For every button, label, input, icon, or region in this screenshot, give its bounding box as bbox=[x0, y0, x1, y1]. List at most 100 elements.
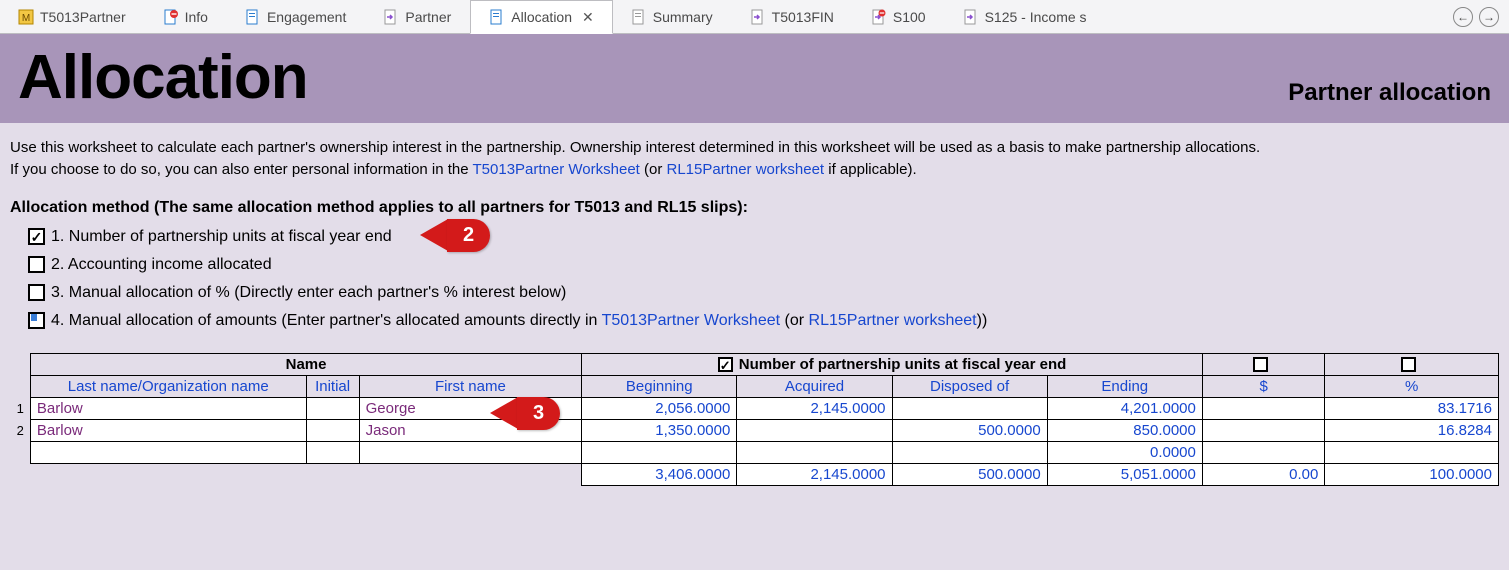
tab-engagement[interactable]: Engagement bbox=[227, 0, 365, 33]
totals-row: 3,406.0000 2,145.0000 500.0000 5,051.000… bbox=[10, 463, 1499, 485]
cell-begin[interactable]: 1,350.0000 bbox=[582, 419, 737, 441]
doc-arrow-icon bbox=[383, 9, 399, 25]
link-rl15partner[interactable]: RL15Partner worksheet bbox=[809, 312, 977, 329]
cell-end[interactable]: 850.0000 bbox=[1047, 419, 1202, 441]
tab-t5013fin[interactable]: T5013FIN bbox=[732, 0, 853, 33]
tab-s100[interactable]: S100 bbox=[853, 0, 945, 33]
cell-money[interactable] bbox=[1202, 419, 1325, 441]
page-header: Allocation Partner allocation bbox=[0, 34, 1509, 123]
total-disp: 500.0000 bbox=[892, 463, 1047, 485]
cell-acq[interactable]: 2,145.0000 bbox=[737, 397, 892, 419]
checkbox-icon[interactable] bbox=[28, 256, 45, 273]
doc-red-icon bbox=[163, 9, 179, 25]
doc-arrow-icon bbox=[750, 9, 766, 25]
cell-lastname[interactable] bbox=[30, 441, 306, 463]
m-file-icon: M bbox=[18, 9, 34, 25]
col-firstname: First name bbox=[359, 375, 582, 397]
cell-firstname[interactable] bbox=[359, 441, 582, 463]
intro-text: Use this worksheet to calculate each par… bbox=[0, 123, 1509, 187]
tab-label: S100 bbox=[893, 9, 926, 25]
col-end: Ending bbox=[1047, 375, 1202, 397]
col-group-name: Name bbox=[30, 353, 581, 375]
total-acq: 2,145.0000 bbox=[737, 463, 892, 485]
link-rl15partner[interactable]: RL15Partner worksheet bbox=[667, 161, 825, 178]
doc-blue-icon bbox=[631, 9, 647, 25]
link-t5013partner[interactable]: T5013Partner Worksheet bbox=[473, 161, 640, 178]
next-button[interactable]: → bbox=[1479, 7, 1499, 27]
cell-pct[interactable] bbox=[1325, 441, 1499, 463]
cell-acq[interactable] bbox=[737, 419, 892, 441]
allocation-method-options: 1. Number of partnership units at fiscal… bbox=[0, 223, 1509, 335]
cell-begin[interactable]: 2,056.0000 bbox=[582, 397, 737, 419]
total-begin: 3,406.0000 bbox=[582, 463, 737, 485]
option-label: 1. Number of partnership units at fiscal… bbox=[51, 228, 392, 246]
method-option-4[interactable]: 4. Manual allocation of amounts (Enter p… bbox=[28, 307, 1499, 335]
col-disp: Disposed of bbox=[892, 375, 1047, 397]
col-initial: Initial bbox=[306, 375, 359, 397]
method-option-3[interactable]: 3. Manual allocation of % (Directly ente… bbox=[28, 279, 1499, 307]
cell-disp[interactable] bbox=[892, 397, 1047, 419]
doc-arrow-icon bbox=[963, 9, 979, 25]
col-pct: % bbox=[1325, 375, 1499, 397]
checkbox-partial-icon[interactable] bbox=[28, 312, 45, 329]
cell-begin[interactable] bbox=[582, 441, 737, 463]
prev-button[interactable]: ← bbox=[1453, 7, 1473, 27]
tab-partner[interactable]: Partner bbox=[365, 0, 470, 33]
method-option-1[interactable]: 1. Number of partnership units at fiscal… bbox=[28, 223, 1499, 251]
tab-summary[interactable]: Summary bbox=[613, 0, 732, 33]
total-pct: 100.0000 bbox=[1325, 463, 1499, 485]
cell-initial[interactable] bbox=[306, 397, 359, 419]
link-t5013partner[interactable]: T5013Partner Worksheet bbox=[602, 312, 780, 329]
cell-initial[interactable] bbox=[306, 441, 359, 463]
cell-lastname[interactable]: Barlow bbox=[30, 419, 306, 441]
cell-end[interactable]: 0.0000 bbox=[1047, 441, 1202, 463]
col-money: $ bbox=[1202, 375, 1325, 397]
tab-nav: ← → bbox=[1453, 0, 1509, 33]
row-number: 2 bbox=[10, 419, 30, 441]
cell-lastname[interactable]: Barlow bbox=[30, 397, 306, 419]
tab-info[interactable]: Info bbox=[145, 0, 227, 33]
method-option-2[interactable]: 2. Accounting income allocated bbox=[28, 251, 1499, 279]
tab-label: T5013FIN bbox=[772, 9, 834, 25]
cell-firstname[interactable]: George bbox=[359, 397, 582, 419]
table-row[interactable]: 1 Barlow George 2,056.0000 2,145.0000 4,… bbox=[10, 397, 1499, 419]
option-label: 2. Accounting income allocated bbox=[51, 256, 272, 274]
total-end: 5,051.0000 bbox=[1047, 463, 1202, 485]
col-begin: Beginning bbox=[582, 375, 737, 397]
intro-line2: If you choose to do so, you can also ent… bbox=[10, 159, 1499, 181]
doc-blue-icon bbox=[489, 9, 505, 25]
tab-label: Allocation bbox=[511, 9, 572, 25]
cell-money[interactable] bbox=[1202, 441, 1325, 463]
cell-acq[interactable] bbox=[737, 441, 892, 463]
checkbox-checked-icon[interactable] bbox=[718, 357, 733, 372]
allocation-method-heading: Allocation method (The same allocation m… bbox=[0, 187, 1509, 223]
allocation-table: Name Number of partnership units at fisc… bbox=[10, 353, 1499, 486]
page-title: Allocation bbox=[18, 42, 308, 113]
col-lastname: Last name/Organization name bbox=[30, 375, 306, 397]
cell-end[interactable]: 4,201.0000 bbox=[1047, 397, 1202, 419]
cell-pct[interactable]: 16.8284 bbox=[1325, 419, 1499, 441]
intro-line1: Use this worksheet to calculate each par… bbox=[10, 137, 1499, 159]
checkbox-icon[interactable] bbox=[1401, 357, 1416, 372]
checkbox-icon[interactable] bbox=[28, 284, 45, 301]
cell-initial[interactable] bbox=[306, 419, 359, 441]
page-subtitle: Partner allocation bbox=[1288, 79, 1491, 113]
col-group-units: Number of partnership units at fiscal ye… bbox=[582, 353, 1203, 375]
allocation-table-area: Name Number of partnership units at fisc… bbox=[0, 335, 1509, 486]
cell-money[interactable] bbox=[1202, 397, 1325, 419]
tab-label: T5013Partner bbox=[40, 9, 126, 25]
tab-t5013partner[interactable]: M T5013Partner bbox=[0, 0, 145, 33]
checkbox-icon[interactable] bbox=[1253, 357, 1268, 372]
cell-disp[interactable]: 500.0000 bbox=[892, 419, 1047, 441]
cell-disp[interactable] bbox=[892, 441, 1047, 463]
table-row[interactable]: 2 Barlow Jason 1,350.0000 500.0000 850.0… bbox=[10, 419, 1499, 441]
option-label: 4. Manual allocation of amounts (Enter p… bbox=[51, 312, 987, 330]
tab-s125[interactable]: S125 - Income s bbox=[945, 0, 1094, 33]
cell-firstname[interactable]: Jason bbox=[359, 419, 582, 441]
tab-allocation[interactable]: Allocation ✕ bbox=[470, 0, 612, 34]
close-icon[interactable]: ✕ bbox=[582, 9, 594, 26]
option-label: 3. Manual allocation of % (Directly ente… bbox=[51, 284, 566, 302]
checkbox-checked-icon[interactable] bbox=[28, 228, 45, 245]
cell-pct[interactable]: 83.1716 bbox=[1325, 397, 1499, 419]
table-row[interactable]: 0.0000 bbox=[10, 441, 1499, 463]
